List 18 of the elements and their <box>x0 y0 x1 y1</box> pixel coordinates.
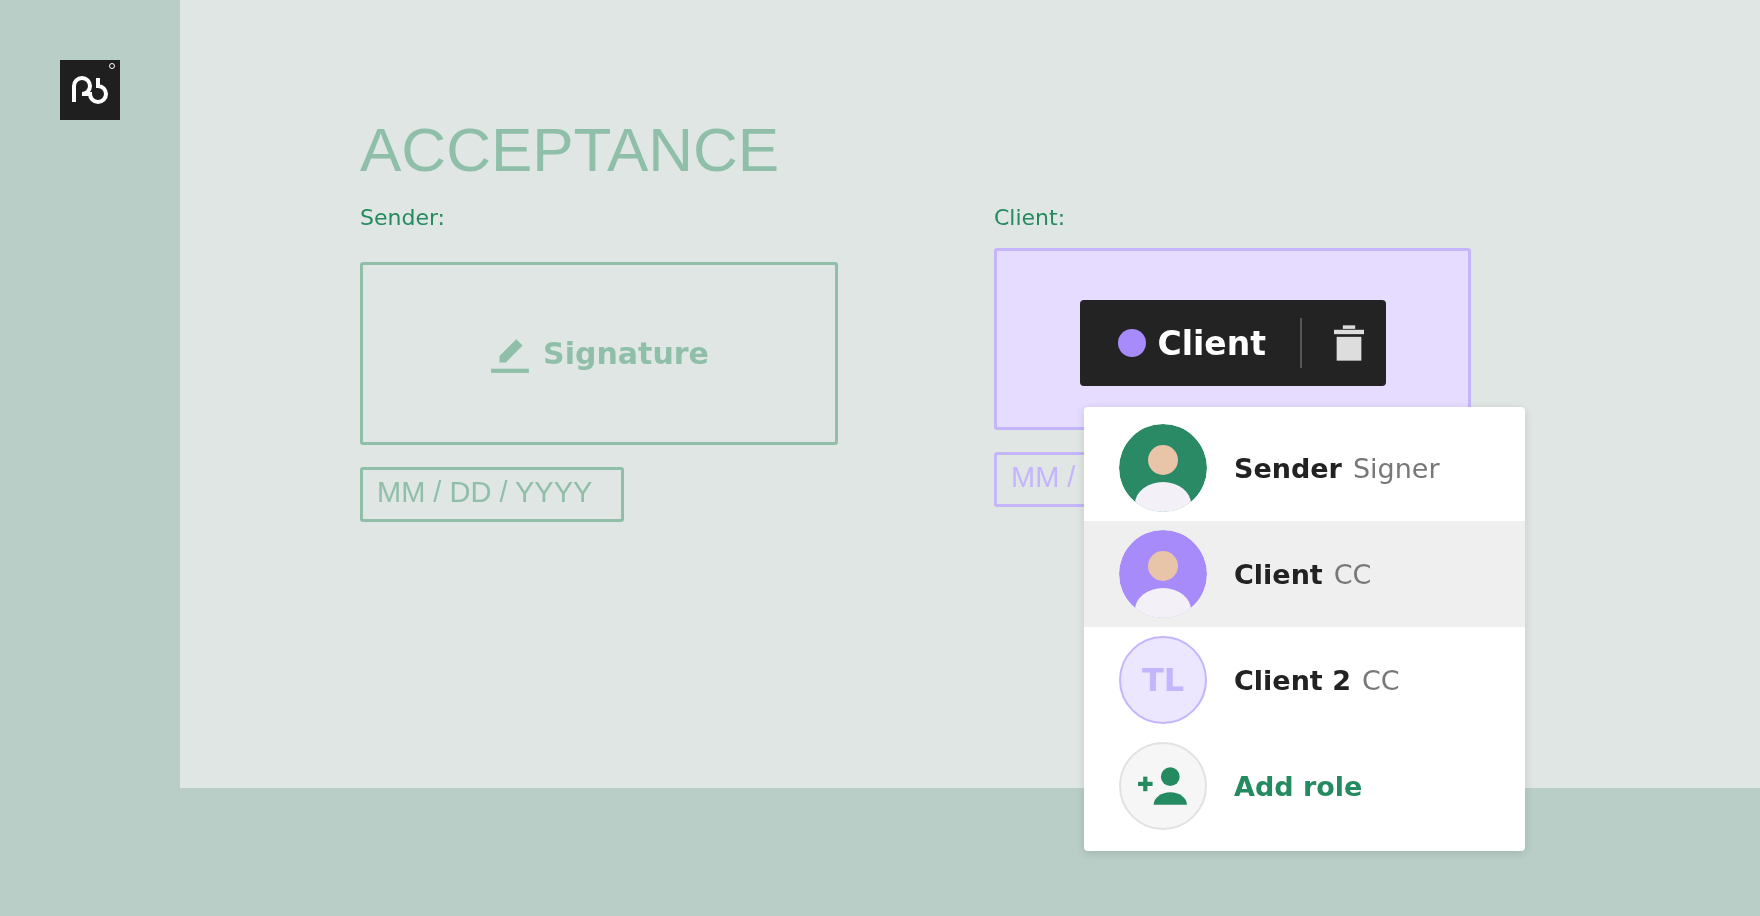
logo-icon <box>60 60 120 120</box>
role-name: Client <box>1234 558 1323 590</box>
document-heading: ACCEPTANCE <box>360 118 781 182</box>
trash-icon[interactable] <box>1334 323 1364 363</box>
role-type: CC <box>1333 558 1372 590</box>
signature-field[interactable]: Client <box>994 248 1471 430</box>
role-type: Signer <box>1352 452 1440 484</box>
role-name: Sender <box>1234 452 1342 484</box>
field-label: Sender: <box>360 204 445 232</box>
role-chip[interactable]: Client <box>1079 300 1386 386</box>
role-type: CC <box>1361 664 1400 696</box>
role-menu-item[interactable]: Client CC <box>1084 521 1525 627</box>
signature-label: Signature <box>543 336 709 371</box>
add-role-label: Add role <box>1234 770 1363 802</box>
field-label: Client: <box>994 204 1066 232</box>
role-menu-item[interactable]: Add role <box>1084 733 1525 839</box>
role-name: Client 2 <box>1234 664 1351 696</box>
role-label: Client <box>1157 323 1266 363</box>
